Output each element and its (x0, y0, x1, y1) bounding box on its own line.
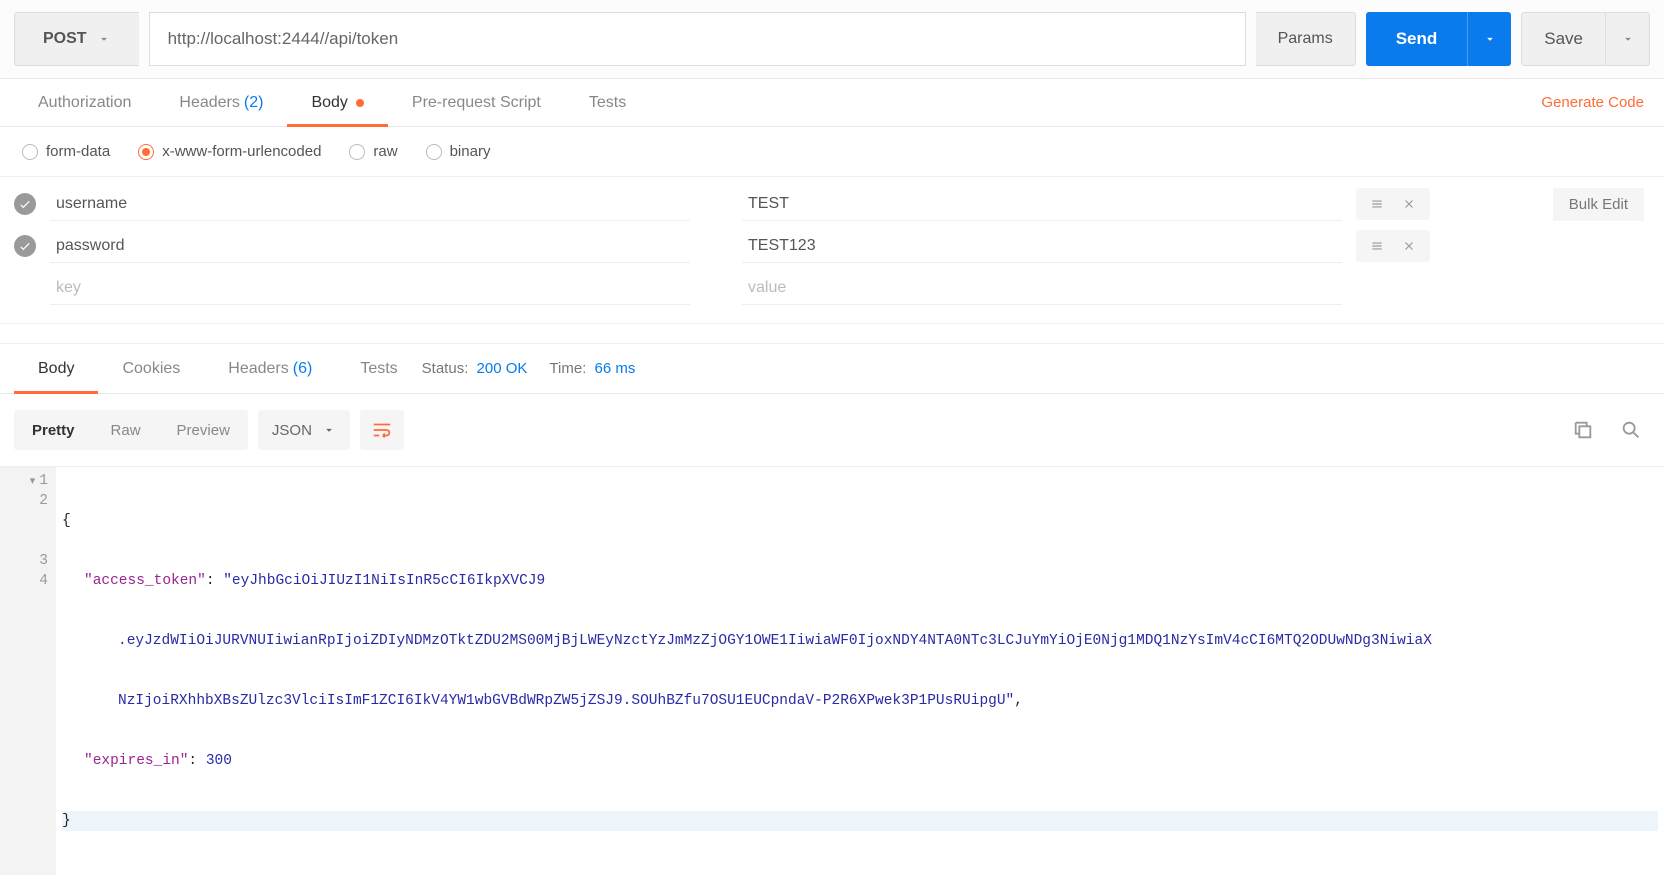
kv-key-input[interactable] (50, 229, 690, 263)
kv-row (14, 225, 1650, 267)
radio-icon (349, 144, 365, 160)
save-button-group: Save (1521, 12, 1650, 66)
radio-icon (426, 144, 442, 160)
status-label: Status: 200 OK (422, 360, 528, 377)
radio-form-data-label: form-data (46, 143, 110, 160)
kv-value-input[interactable] (742, 187, 1342, 221)
resp-tab-headers[interactable]: Headers (6) (204, 344, 336, 393)
tab-body-label: Body (311, 94, 347, 112)
radio-raw[interactable]: raw (349, 143, 397, 160)
json-value: "eyJhbGciOiJIUzI1NiIsInR5cCI6IkpXVCJ9 (223, 573, 545, 589)
view-raw-button[interactable]: Raw (93, 410, 159, 450)
close-icon[interactable] (1402, 239, 1416, 253)
kv-row-new (14, 267, 1650, 309)
view-mode-segment: Pretty Raw Preview (14, 410, 248, 450)
chevron-down-icon (1621, 32, 1635, 46)
chevron-down-icon (1483, 32, 1497, 46)
drag-handle-icon[interactable] (1370, 197, 1384, 211)
line-gutter: ▾1 2 3 4 (0, 467, 56, 875)
url-input[interactable] (149, 12, 1246, 66)
radio-icon (138, 144, 154, 160)
radio-binary-label: binary (450, 143, 491, 160)
time-label: Time: 66 ms (549, 360, 635, 377)
body-type-selector: form-data x-www-form-urlencoded raw bina… (0, 127, 1664, 177)
format-label: JSON (272, 422, 312, 439)
resp-tab-body[interactable]: Body (14, 344, 98, 393)
unsaved-dot-icon (356, 99, 364, 107)
resp-tab-headers-count: (6) (293, 360, 313, 378)
response-body-viewer: ▾1 2 3 4 { "access_token": "eyJhbGciOiJI… (0, 466, 1664, 895)
view-preview-button[interactable]: Preview (159, 410, 248, 450)
tab-headers[interactable]: Headers (2) (155, 79, 287, 126)
send-button-group: Send (1366, 12, 1512, 66)
json-value: 300 (206, 753, 232, 769)
save-button-dropdown[interactable] (1606, 12, 1650, 66)
json-key: "expires_in" (84, 753, 188, 769)
response-meta: Status: 200 OK Time: 66 ms (422, 360, 642, 377)
radio-urlencoded[interactable]: x-www-form-urlencoded (138, 143, 321, 160)
request-tabs: Authorization Headers (2) Body Pre-reque… (0, 79, 1664, 127)
body-kv-editor: Bulk Edit (0, 177, 1664, 324)
tab-authorization[interactable]: Authorization (14, 79, 155, 126)
http-method-label: POST (43, 30, 87, 48)
resp-tab-headers-label: Headers (228, 360, 288, 378)
request-bar: POST Params Send Save (0, 0, 1664, 79)
drag-handle-icon[interactable] (1370, 239, 1384, 253)
copy-icon[interactable] (1564, 419, 1602, 441)
time-value: 66 ms (595, 360, 636, 377)
bulk-edit-button[interactable]: Bulk Edit (1553, 188, 1644, 221)
send-button[interactable]: Send (1366, 12, 1468, 66)
close-icon[interactable] (1402, 197, 1416, 211)
resp-tab-tests[interactable]: Tests (336, 344, 421, 393)
json-value: NzIjoiRXhhbXBsZUlzc3VlciIsImF1ZCI6IkV4YW… (118, 693, 1014, 709)
params-button[interactable]: Params (1256, 12, 1356, 66)
save-button[interactable]: Save (1521, 12, 1606, 66)
response-tabs: Body Cookies Headers (6) Tests Status: 2… (0, 344, 1664, 394)
kv-key-input[interactable] (50, 271, 690, 305)
radio-urlencoded-label: x-www-form-urlencoded (162, 143, 321, 160)
kv-row: Bulk Edit (14, 183, 1650, 225)
row-enabled-placeholder (14, 277, 36, 299)
tab-body[interactable]: Body (287, 79, 387, 126)
row-enabled-check-icon[interactable] (14, 193, 36, 215)
radio-form-data[interactable]: form-data (22, 143, 110, 160)
row-enabled-check-icon[interactable] (14, 235, 36, 257)
kv-key-input[interactable] (50, 187, 690, 221)
json-key: "access_token" (84, 573, 206, 589)
resp-tab-cookies[interactable]: Cookies (98, 344, 204, 393)
status-value: 200 OK (477, 360, 528, 377)
view-pretty-button[interactable]: Pretty (14, 410, 93, 450)
kv-row-actions (1356, 230, 1430, 262)
chevron-down-icon (97, 32, 111, 46)
send-button-dropdown[interactable] (1467, 12, 1511, 66)
kv-row-actions (1356, 188, 1430, 220)
kv-value-input[interactable] (742, 229, 1342, 263)
http-method-dropdown[interactable]: POST (14, 12, 139, 66)
tab-headers-label: Headers (179, 94, 239, 112)
radio-raw-label: raw (373, 143, 397, 160)
generate-code-link[interactable]: Generate Code (1541, 94, 1650, 111)
response-toolbar: Pretty Raw Preview JSON (0, 394, 1664, 466)
tab-prerequest[interactable]: Pre-request Script (388, 79, 565, 126)
format-dropdown[interactable]: JSON (258, 410, 350, 450)
radio-icon (22, 144, 38, 160)
tab-tests[interactable]: Tests (565, 79, 650, 126)
tab-headers-count: (2) (244, 94, 264, 112)
kv-value-input[interactable] (742, 271, 1342, 305)
search-icon[interactable] (1612, 419, 1650, 441)
wrap-lines-button[interactable] (360, 410, 404, 450)
response-body-code[interactable]: { "access_token": "eyJhbGciOiJIUzI1NiIsI… (56, 467, 1664, 875)
chevron-down-icon (322, 423, 336, 437)
radio-binary[interactable]: binary (426, 143, 491, 160)
json-value: .eyJzdWIiOiJURVNUIiwianRpIjoiZDIyNDMzOTk… (118, 633, 1432, 649)
